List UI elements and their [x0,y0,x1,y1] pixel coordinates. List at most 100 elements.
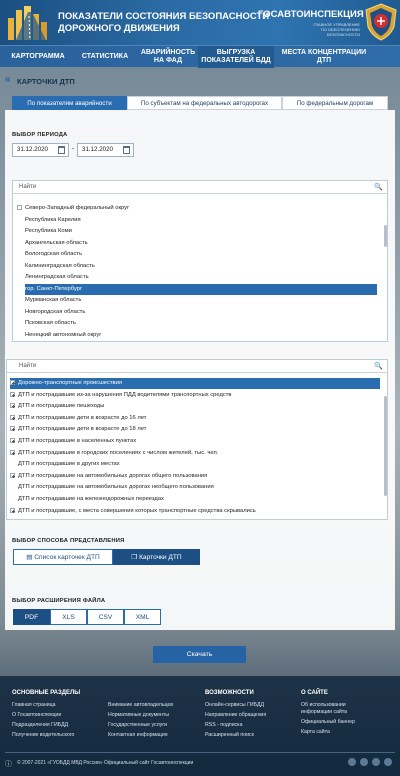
indicator-item[interactable]: ДТП и пострадавшие на автомобильных доро… [10,482,380,493]
indicator-item-label: Дорожно-транспортные происшествия [18,380,122,386]
region-item[interactable]: гор. Санкт-Петербург [25,283,377,295]
tab-by-subjects[interactable]: По субъектам на федеральных автодорогах [127,96,282,110]
footer-link[interactable]: Получение водительского [12,732,74,738]
cards-icon: ❐ [131,554,138,561]
date-to-input[interactable]: 31.12.2020 [77,143,134,157]
regions-search[interactable]: Найти 🔍 [13,181,387,194]
region-item[interactable]: Новгородская область [25,307,377,318]
region-item-label: Ненецкий автономный округ [25,331,102,338]
gibdd-title[interactable]: Госавтоинспекция [258,9,364,20]
region-item[interactable]: Ненецкий автономный округ [25,330,377,341]
region-item[interactable]: Ленинградская область [25,272,377,283]
tab-by-federal-roads[interactable]: По федеральным дорогам [282,96,388,110]
site-title: Показатели состояния безопасности дорожн… [58,11,278,35]
expand-icon[interactable] [10,391,15,397]
view-cards-button[interactable]: ❐ Карточки ДТП [113,549,200,565]
indicator-item-label: ДТП и пострадавшие, с места совершения к… [18,507,256,514]
format-pdf-button[interactable]: PDF [13,609,50,625]
search-icon[interactable]: 🔍 [374,183,383,191]
indicator-item[interactable]: ДТП и пострадавшие в населенных пунктах [10,436,380,447]
footer-link[interactable]: Официальный баннер [301,719,355,725]
nav-item-export[interactable]: Выгрузка показателей БДД [198,46,274,68]
footer-link[interactable]: информации сайта [301,709,347,715]
format-xml-button[interactable]: XML [124,609,161,625]
download-button[interactable]: Скачать [153,646,246,663]
indicators-search[interactable]: Найти 🔍 [7,360,387,373]
copyright: © 2007-2021 «ГУОБДД МВД России» Официаль… [17,760,194,766]
expand-icon[interactable] [10,472,15,478]
regions-scrollbar[interactable] [384,225,387,247]
nav-item-cartogram[interactable]: Картограмма [4,46,72,68]
footer-link[interactable]: Контактная информация [108,732,168,738]
tab-by-indicators[interactable]: По показателям аварийности [12,96,127,110]
nav-item-fad-accidents[interactable]: Аварийность на ФАД [138,46,198,68]
footer-link[interactable]: Онлайн-сервисы ГИБДД [205,702,264,708]
footer-link[interactable]: Расширенный поиск [205,732,254,738]
rss-icon[interactable] [384,758,392,766]
vk-icon[interactable] [348,758,356,766]
expand-icon[interactable] [10,414,15,420]
expand-icon[interactable] [10,449,15,455]
region-item[interactable]: Вологодская область [25,249,377,260]
footer-divider [5,752,395,753]
region-item[interactable]: Мурманская область [25,295,377,306]
date-from-input[interactable]: 31.12.2020 [12,143,69,157]
footer-link[interactable]: Об использовании [301,702,346,708]
site-logo[interactable] [6,4,54,42]
region-item-label: Республика Коми [25,228,72,234]
indicator-item[interactable]: ДТП и пострадавшие дети в возрасте до 18… [10,424,380,435]
footer-link[interactable]: RSS - подписка [205,722,242,728]
indicator-item[interactable]: ДТП и пострадавшие, с места совершения к… [10,506,380,517]
indicator-item[interactable]: ДТП и пострадавшие из-за нарушения ПДД в… [10,390,380,401]
expand-icon[interactable] [10,379,15,385]
checkbox[interactable] [17,204,22,210]
search-icon[interactable]: 🔍 [374,362,383,370]
expand-icon[interactable] [10,426,15,432]
date-to-value: 31.12.2020 [82,146,113,153]
indicator-item[interactable]: ДТП и пострадавшие на автомобильных доро… [10,471,380,482]
site-title-line-1: Показатели состояния безопасности [58,11,270,22]
nav-item-statistics[interactable]: Статистика [72,46,138,68]
regions-list: Найти 🔍 Северо-Западный федеральный окру… [12,180,388,342]
region-item[interactable]: Северо-Западный федеральный округ [17,203,377,214]
view-label: Выбор способа представления [12,538,125,544]
indicator-item-label: ДТП и пострадавшие дети в возрасте до 16… [18,414,147,421]
indicator-item[interactable]: ДТП и пострадавшие в других местах [10,459,380,470]
expand-icon[interactable] [10,403,15,409]
region-item[interactable]: Архангельская область [25,238,377,249]
calendar-icon[interactable] [58,146,65,154]
view-list-button[interactable]: ▤ Список карточек ДТП [13,549,113,565]
indicator-item[interactable]: ДТП и пострадавшие дети в возрасте до 16… [10,413,380,424]
footer-link[interactable]: Государственные услуги [108,722,167,728]
format-csv-button[interactable]: CSV [87,609,124,625]
indicator-item[interactable]: Дорожно-транспортные происшествия [10,378,380,389]
calendar-icon[interactable] [123,146,130,154]
region-item[interactable]: Псковская область [25,318,377,329]
indicator-item[interactable]: ДТП и пострадавшие на железнодорожных пе… [10,494,380,505]
region-item-label: Новгородская область [25,308,86,315]
indicator-item[interactable]: ДТП и пострадавшие в городских поселения… [10,448,380,459]
expand-icon[interactable] [10,437,15,443]
footer-link[interactable]: Карта сайта [301,729,330,735]
indicator-item[interactable]: ДТП и пострадавшие пешеходы [10,401,380,412]
back-arrow-icon[interactable]: « [5,74,11,85]
indicator-item-label: ДТП и пострадавшие в других местах [18,461,120,468]
indicator-item-label: ДТП и пострадавшие на автомобильных доро… [18,472,208,479]
region-item[interactable]: Республика Коми [25,226,377,237]
footer-link[interactable]: Подразделения ГИБДД [12,722,68,728]
footer-link[interactable]: Внимание автовладельцев [108,702,173,708]
footer-link[interactable]: Нормативные документы [108,712,169,718]
format-xls-button[interactable]: XLS [50,609,87,625]
youtube-icon[interactable] [360,758,368,766]
footer-link[interactable]: Главная страница [12,702,56,708]
list-icon: ▤ [26,554,33,561]
footer-link[interactable]: Направление обращения [205,712,266,718]
region-item[interactable]: Республика Карелия [25,215,377,226]
indicators-scrollbar[interactable] [384,396,387,496]
region-item[interactable]: Калининградская область [25,261,377,272]
telegram-icon[interactable] [372,758,380,766]
nav-item-concentration[interactable]: Места концентрации ДТП [274,46,374,68]
footer-link[interactable]: О Госавтоинспекции [12,712,61,718]
expand-icon[interactable] [10,507,15,513]
region-item-label: гор. Санкт-Петербург [25,285,83,292]
